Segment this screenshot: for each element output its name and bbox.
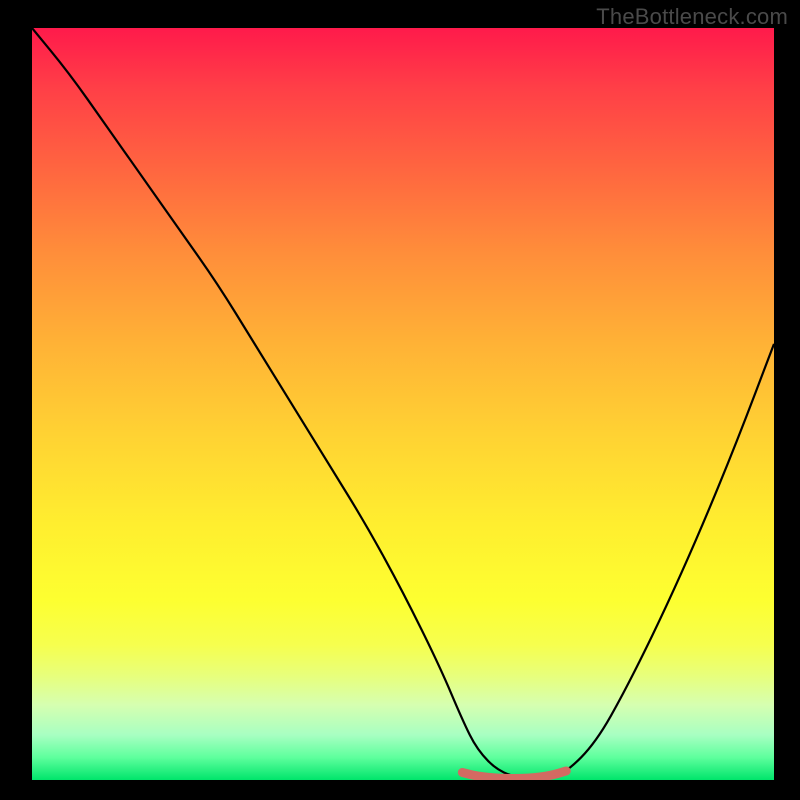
optimal-band-path	[462, 771, 566, 779]
chart-frame: TheBottleneck.com	[0, 0, 800, 800]
plot-area	[32, 28, 774, 780]
bottleneck-curve-svg	[32, 28, 774, 780]
bottleneck-curve-path	[32, 28, 774, 780]
watermark-text: TheBottleneck.com	[596, 4, 788, 30]
